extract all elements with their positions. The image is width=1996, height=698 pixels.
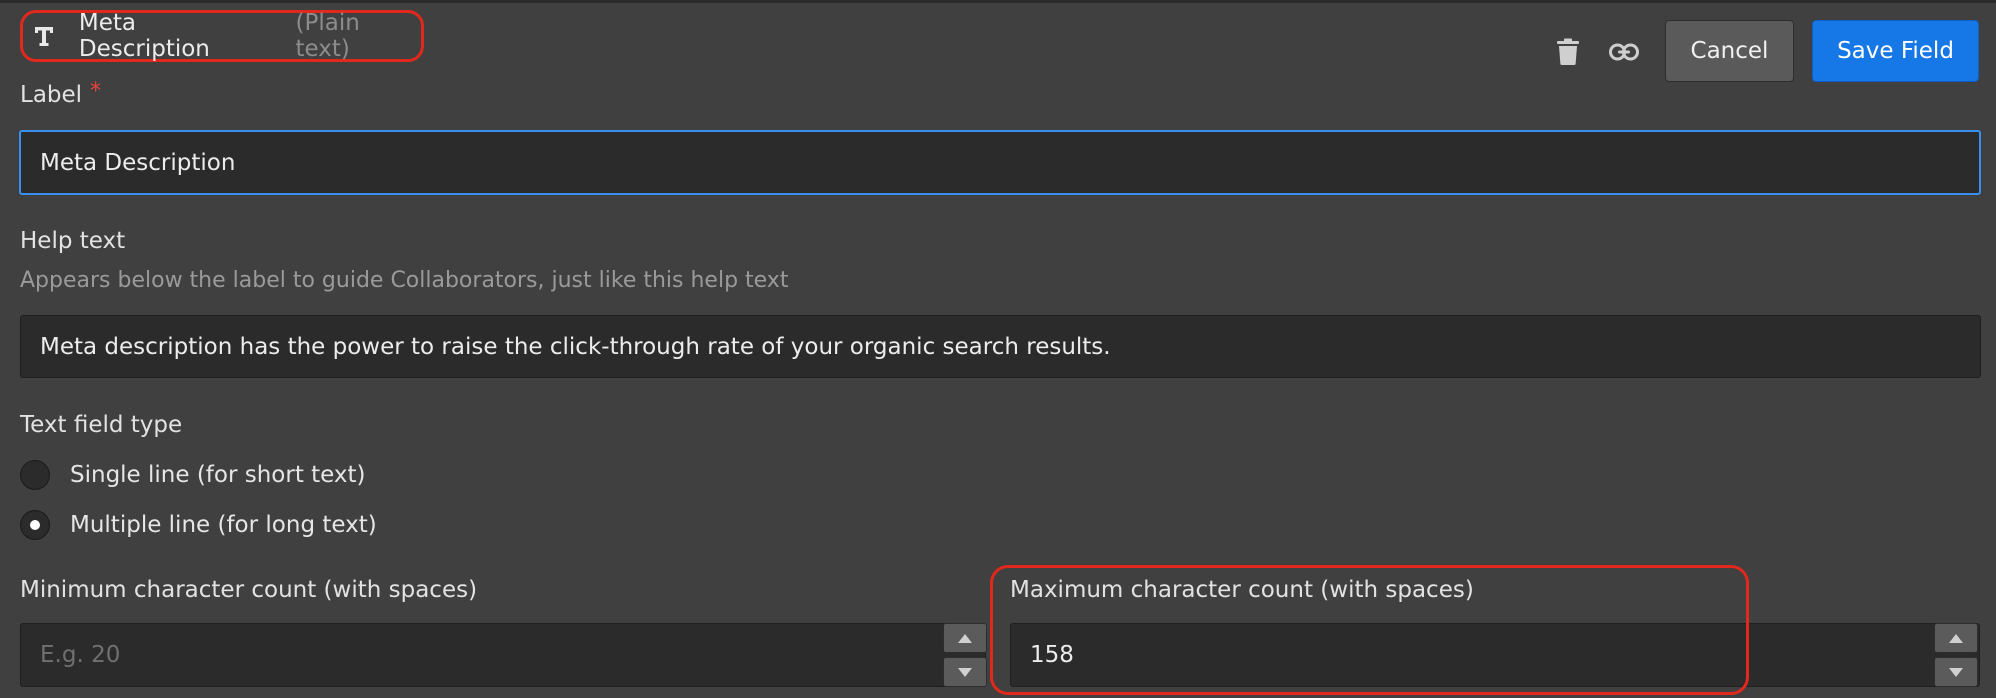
radio-single-line[interactable]: Single line (for short text) [20, 460, 366, 490]
min-count-decrement[interactable] [943, 657, 987, 687]
field-title: Meta Description [78, 10, 210, 62]
save-field-button[interactable]: Save Field [1812, 20, 1979, 82]
cancel-button[interactable]: Cancel [1665, 20, 1794, 82]
max-count-stepper [1934, 623, 1978, 687]
radio-label-multiple: Multiple line (for long text) [70, 512, 377, 538]
field-type-label: (Plain text) [295, 10, 360, 62]
radio-multiple-line[interactable]: Multiple line (for long text) [20, 510, 377, 540]
text-field-type-heading: Text field type [20, 412, 183, 438]
label-heading-text: Label [20, 82, 83, 108]
max-count-increment[interactable] [1934, 623, 1978, 653]
help-text-input[interactable]: Meta description has the power to raise … [20, 315, 1981, 378]
radio-label-single: Single line (for short text) [70, 462, 366, 488]
top-border [0, 0, 1996, 3]
required-asterisk: * [90, 79, 102, 104]
min-count-heading: Minimum character count (with spaces) [20, 577, 478, 603]
max-count-decrement[interactable] [1934, 657, 1978, 687]
field-header: Meta Description (Plain text) [20, 10, 424, 62]
radio-selected-dot [30, 520, 40, 530]
text-t-icon [31, 23, 57, 49]
trash-icon[interactable] [1548, 32, 1588, 72]
min-count-stepper [943, 623, 987, 687]
min-count-input[interactable]: E.g. 20 [20, 623, 986, 687]
link-icon[interactable] [1604, 32, 1644, 72]
radio-button-single[interactable] [20, 460, 50, 490]
label-input[interactable]: Meta Description [19, 130, 1981, 195]
help-text-hint: Appears below the label to guide Collabo… [20, 268, 789, 293]
help-text-heading: Help text [20, 228, 126, 254]
radio-button-multiple[interactable] [20, 510, 50, 540]
min-count-increment[interactable] [943, 623, 987, 653]
max-count-heading: Maximum character count (with spaces) [1010, 577, 1474, 603]
label-heading: Label * [20, 79, 102, 108]
max-count-input[interactable]: 158 [1010, 623, 1980, 687]
